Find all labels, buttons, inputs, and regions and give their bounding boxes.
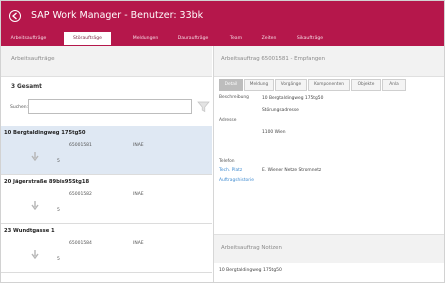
detail-header-title: Arbeitsauftrag 65001581 - Empfangen (221, 56, 326, 62)
arrow-down-icon (31, 146, 39, 165)
tab-dauerauftraege[interactable]: Dauraufträge (172, 32, 214, 45)
item-status: INAE (133, 143, 144, 148)
filter-icon[interactable] (196, 99, 211, 114)
total-count: 3 Gesamt (11, 84, 42, 90)
item-number: 65001582 (69, 192, 92, 197)
beschreibung-value: 10 Bergtaldingweg 175tg50 (262, 96, 324, 101)
techplatz-value: E. Wiener Netze Stromnetz (262, 168, 322, 173)
notes-header-title: Arbeitsauftrag Notizen (221, 245, 282, 251)
item-title: 20 Jägerstraße 89bis95Stg18 (4, 179, 90, 185)
tab-stoerauftraege[interactable]: Störaufträge (64, 32, 111, 45)
item-title: 10 Bergtaldingweg 175tg50 (4, 130, 86, 136)
detail-tabs: Detail Meldung Vorgänge Komponenten Obje… (219, 79, 444, 91)
detail-panel: Arbeitsauftrag 65001581 - Empfangen Deta… (213, 46, 444, 282)
item-priority: 5 (57, 208, 60, 213)
tab-anlage[interactable]: Anla (382, 79, 406, 91)
adresse-line1: Störungsadresse (262, 108, 299, 113)
arrow-down-icon (31, 244, 39, 263)
title-bar: SAP Work Manager - Benutzer: 33bk (1, 1, 444, 31)
app-window: SAP Work Manager - Benutzer: 33bk Arbeit… (0, 0, 445, 283)
back-icon[interactable] (9, 10, 21, 22)
list-item[interactable]: 23 Wundtgasse 1 65001584 INAE 5 (1, 224, 212, 273)
item-number: 65001581 (69, 143, 92, 148)
adresse-label: Adresse (219, 118, 237, 123)
list-panel: Arbeitsaufträge 3 Gesamt Suchen: 10 Berg… (1, 46, 212, 282)
list-item[interactable]: 10 Bergtaldingweg 175tg50 65001581 INAE … (1, 126, 212, 175)
notes-text: 10 Bergtaldingweg 175tg50 (219, 268, 282, 273)
search-input[interactable] (28, 99, 192, 114)
tab-team[interactable]: Team (225, 32, 247, 45)
list-header-title: Arbeitsaufträge (11, 56, 55, 62)
tab-sikauftraege[interactable]: Sikaufträge (289, 32, 331, 45)
item-number: 65001584 (69, 241, 92, 246)
tab-arbeitsauftraege[interactable]: Arbeitsaufträge (5, 32, 52, 45)
app-title: SAP Work Manager - Benutzer: 33bk (31, 10, 204, 21)
item-status: INAE (133, 241, 144, 246)
tab-komponenten[interactable]: Komponenten (308, 79, 350, 91)
work-order-list: 10 Bergtaldingweg 175tg50 65001581 INAE … (1, 126, 212, 273)
tab-meldung[interactable]: Meldung (244, 79, 274, 91)
beschreibung-label: Beschreibung (219, 95, 249, 100)
tab-meldungen[interactable]: Meldungen (124, 32, 167, 45)
tab-objekte[interactable]: Objekte (351, 79, 381, 91)
tab-zeiten[interactable]: Zeiten (257, 32, 281, 45)
main-tabs: Arbeitsaufträge Störaufträge Meldungen D… (1, 31, 444, 46)
detail-header: Arbeitsauftrag 65001581 - Empfangen (214, 46, 444, 77)
telefon-label: Telefon (219, 159, 235, 164)
techplatz-link[interactable]: Tech. Platz (219, 168, 242, 173)
arrow-down-icon (31, 195, 39, 214)
list-header: Arbeitsaufträge (1, 46, 212, 77)
tab-detail[interactable]: Detail (219, 79, 243, 91)
item-priority: 5 (57, 257, 60, 262)
search-label: Suchen: (10, 105, 29, 110)
list-item[interactable]: 20 Jägerstraße 89bis95Stg18 65001582 INA… (1, 175, 212, 224)
auftragshistorie-link[interactable]: Auftragshistorie (219, 178, 254, 183)
item-status: INAE (133, 192, 144, 197)
adresse-line2: 1100 Wien (262, 130, 286, 135)
item-priority: 5 (57, 159, 60, 164)
item-title: 23 Wundtgasse 1 (4, 228, 55, 234)
notes-header: Arbeitsauftrag Notizen (214, 234, 444, 263)
tab-vorgaenge[interactable]: Vorgänge (275, 79, 307, 91)
